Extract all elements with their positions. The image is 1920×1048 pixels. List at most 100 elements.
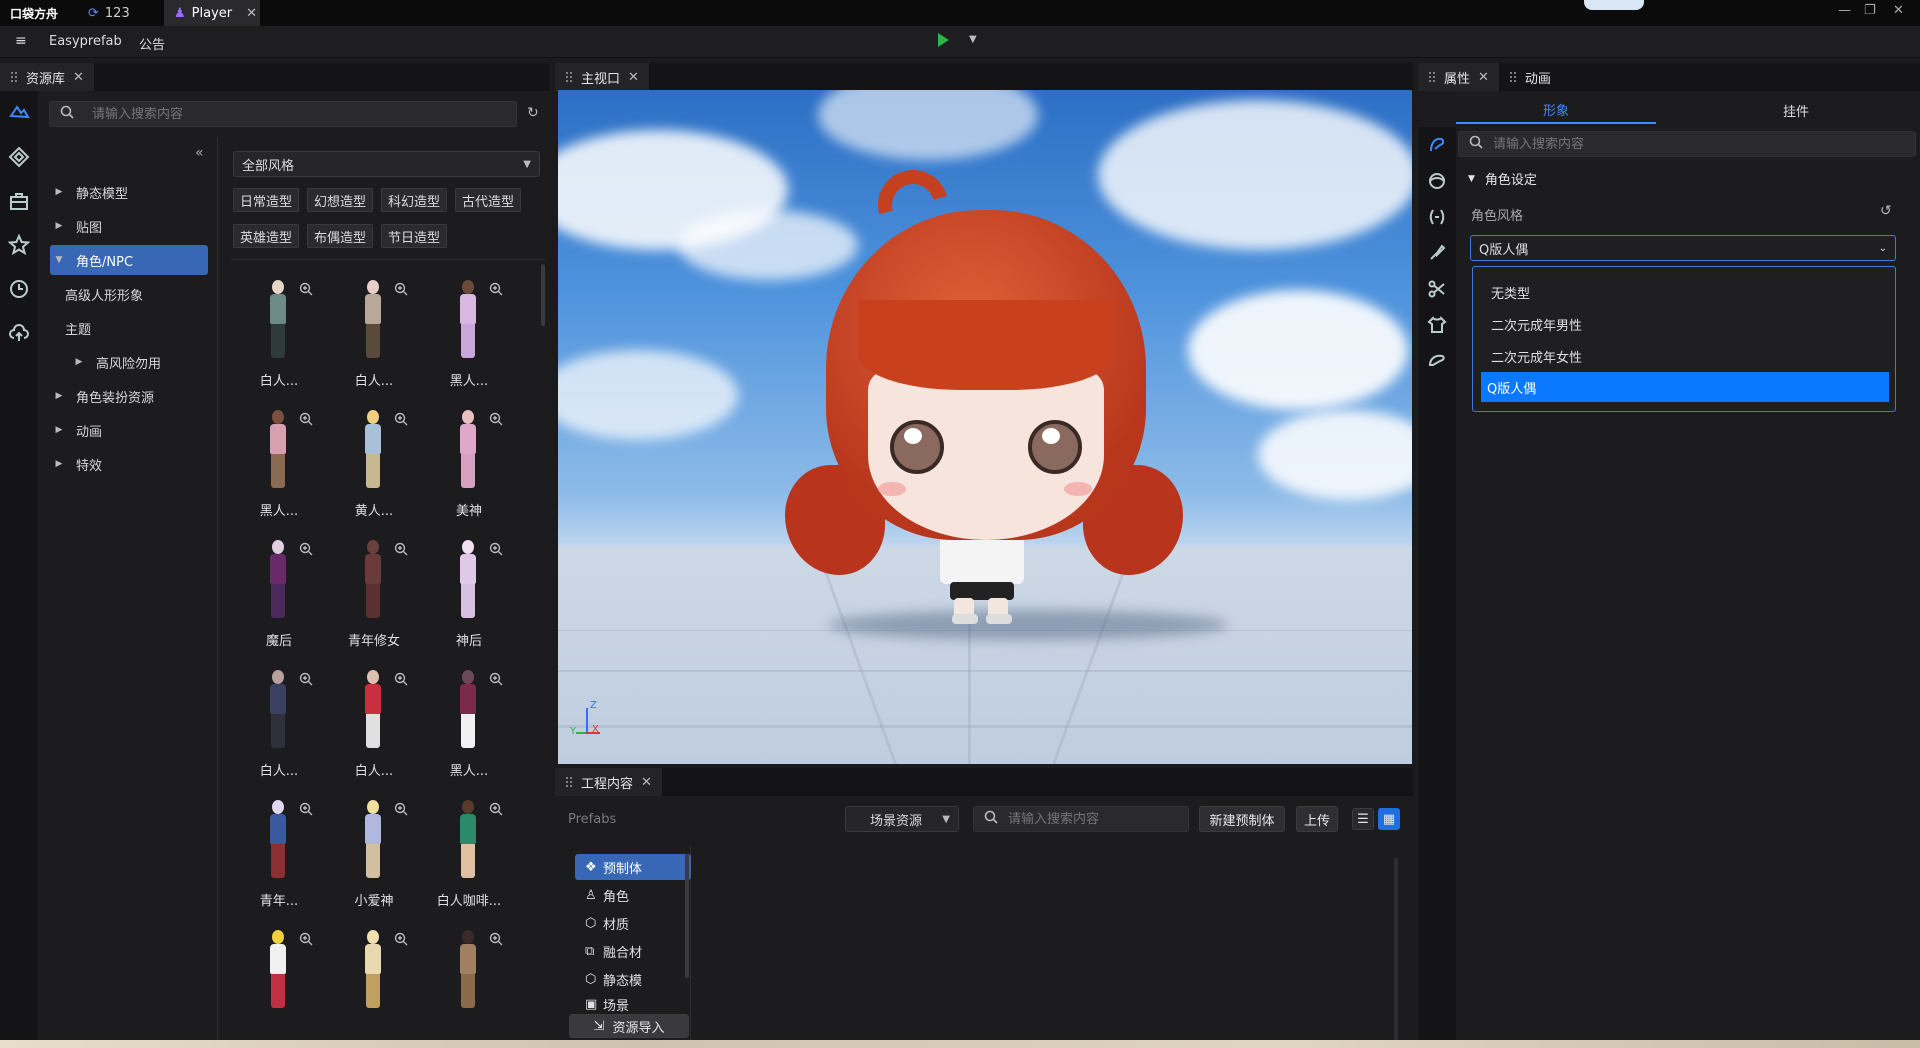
zoom-icon[interactable] [394,412,408,430]
scene-viewport[interactable]: Z X Y [558,90,1412,764]
asset-item[interactable]: 青年修女 [328,534,420,662]
asset-item[interactable] [233,924,325,1030]
style-filter-select[interactable]: 全部风格 ▼ [233,151,540,177]
resource-import-button[interactable]: ⇲ 资源导入 [569,1014,689,1038]
asset-item[interactable]: 黑人... [423,274,515,402]
play-icon[interactable] [938,33,949,47]
option-none[interactable]: 无类型 [1481,277,1889,307]
new-prefab-button[interactable]: 新建预制体 [1199,806,1285,832]
tree-item-theme[interactable]: 主题 [65,313,245,343]
tree-item-static-model[interactable]: ▶ 静态模型 [50,177,230,207]
category-scrollbar[interactable] [685,854,689,978]
zoom-icon[interactable] [489,282,503,300]
close-icon[interactable]: ✕ [246,6,257,21]
character-style-select[interactable]: Q版人偶 ⌄ [1470,235,1896,261]
asset-item[interactable]: 白人咖啡... [423,794,515,922]
clothing-icon[interactable] [1418,307,1456,343]
zoom-icon[interactable] [489,412,503,430]
title-tab-project[interactable]: ⟳ 123 [78,0,140,26]
reset-icon[interactable]: ↺ [1880,203,1892,219]
asset-item[interactable]: 白人... [233,274,325,402]
cloud-upload-icon[interactable] [0,311,38,355]
zoom-icon[interactable] [394,282,408,300]
chip-ancient[interactable]: 古代造型 [455,188,522,212]
tree-item-animation[interactable]: ▶ 动画 [50,415,230,445]
grid-view-icon[interactable]: ▦ [1378,808,1400,830]
close-icon[interactable]: ✕ [1478,70,1489,85]
breadcrumb[interactable]: Prefabs [568,812,616,827]
zoom-icon[interactable] [299,672,313,690]
asset-item[interactable]: 白人... [233,664,325,792]
tree-item-character-npc[interactable]: ▼ 角色/NPC [50,245,208,275]
zoom-icon[interactable] [489,672,503,690]
zoom-icon[interactable] [394,932,408,950]
zoom-icon[interactable] [489,932,503,950]
asset-item[interactable]: 黑人... [423,664,515,792]
drag-grip-icon[interactable] [1508,71,1517,83]
toolbox-icon[interactable] [0,179,38,223]
zoom-icon[interactable] [394,672,408,690]
category-prefab[interactable]: ❖ 预制体 [575,854,691,880]
option-chibi-doll[interactable]: Q版人偶 [1481,372,1889,402]
head-icon[interactable] [1418,163,1456,199]
zoom-icon[interactable] [299,802,313,820]
tree-item-outfit-resources[interactable]: ▶ 角色装扮资源 [50,381,230,411]
tree-item-high-risk[interactable]: ▶ 高风险勿用 [70,347,250,377]
zoom-icon[interactable] [299,542,313,560]
body-adjust-icon[interactable] [1418,199,1456,235]
chip-fantasy[interactable]: 幻想造型 [307,188,374,212]
asset-item[interactable] [423,924,515,1030]
hamburger-menu-icon[interactable]: ≡ [15,33,27,49]
zoom-icon[interactable] [394,802,408,820]
tab-project-content[interactable]: 工程内容 ✕ [555,768,662,796]
asset-item[interactable]: 小爱神 [328,794,420,922]
project-scrollbar[interactable] [1394,858,1398,1044]
asset-item[interactable]: 神后 [423,534,515,662]
props-search-input[interactable] [1493,136,1915,152]
component-icon[interactable] [0,135,38,179]
tab-properties[interactable]: 属性 ✕ [1418,63,1499,91]
drag-grip-icon[interactable] [565,776,573,788]
upload-button[interactable]: 上传 [1296,806,1338,832]
model-category-icon[interactable] [0,91,38,135]
tab-asset-library[interactable]: 资源库 ✕ [0,63,94,91]
tree-item-advanced-humanoid[interactable]: 高级人形形象 [65,279,245,309]
category-merged[interactable]: ⧉ 融合材 [575,938,691,964]
project-search-field[interactable] [973,806,1189,832]
section-character-settings[interactable]: ▼ 角色设定 [1468,169,1537,188]
option-anime-adult-female[interactable]: 二次元成年女性 [1481,341,1889,371]
option-anime-adult-male[interactable]: 二次元成年男性 [1481,309,1889,339]
asset-item[interactable]: 魔后 [233,534,325,662]
list-view-icon[interactable]: ☰ [1352,808,1374,830]
asset-item[interactable]: 白人... [328,664,420,792]
asset-item[interactable] [328,924,420,1030]
asset-item[interactable]: 黑人... [233,404,325,532]
chip-hero[interactable]: 英雄造型 [233,224,300,248]
chip-puppet[interactable]: 布偶造型 [307,224,374,248]
zoom-icon[interactable] [299,932,313,950]
shoe-icon[interactable] [1418,343,1456,379]
drag-grip-icon[interactable] [10,71,18,83]
zoom-icon[interactable] [394,542,408,560]
menu-notice[interactable]: 公告 [139,34,165,53]
play-options-chevron-icon[interactable]: ▼ [969,34,977,45]
asset-search-input[interactable] [92,106,516,122]
scene-resource-select[interactable]: 场景资源 ▼ [845,806,959,832]
history-clock-icon[interactable] [0,267,38,311]
close-window-icon[interactable]: ✕ [1893,3,1904,18]
tab-main-viewport[interactable]: 主视口 ✕ [555,63,649,91]
zoom-icon[interactable] [489,802,503,820]
chip-daily[interactable]: 日常造型 [233,188,300,212]
restore-icon[interactable]: ❐ [1864,3,1876,18]
close-icon[interactable]: ✕ [628,70,639,85]
asset-item[interactable]: 青年... [233,794,325,922]
asset-search-field[interactable] [49,101,517,127]
title-tab-player[interactable]: ♟ Player ✕ [164,0,260,26]
zoom-icon[interactable] [299,282,313,300]
brush-icon[interactable] [1418,235,1456,271]
category-material[interactable]: ⬡ 材质 [575,910,691,936]
category-static-model[interactable]: ⬡ 静态模 [575,966,691,992]
grid-scrollbar[interactable] [541,264,545,326]
tree-item-effects[interactable]: ▶ 特效 [50,449,230,479]
appearance-icon[interactable] [1418,127,1456,163]
